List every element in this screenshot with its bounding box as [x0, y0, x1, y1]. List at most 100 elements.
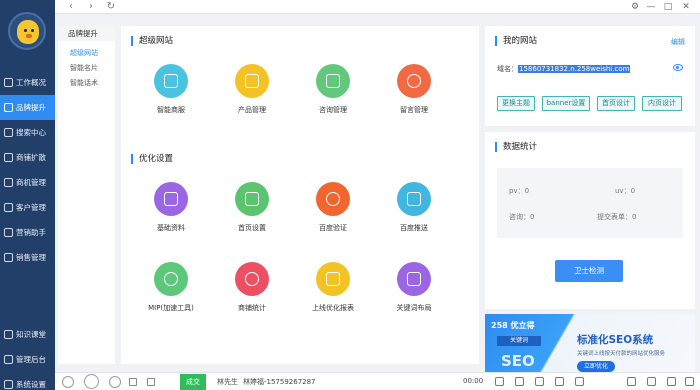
user-icon	[4, 203, 13, 212]
domain-value[interactable]: 15860731832.n.258weishi.com	[518, 65, 631, 73]
chart-icon	[4, 103, 13, 112]
home-design-button[interactable]: 首页设计	[597, 96, 635, 111]
hangup-icon[interactable]	[575, 377, 584, 386]
sidebar-item-overview[interactable]: 工作概况	[0, 70, 55, 95]
sidebar-item-customers[interactable]: 客户管理	[0, 195, 55, 220]
sidebar-item-knowledge[interactable]: 知识课堂	[0, 322, 55, 347]
back-arrow-icon[interactable]: ‹	[65, 1, 77, 13]
ad-keyword-tag: 关键词	[497, 336, 541, 346]
subnav-item-super-site[interactable]: 超级网站	[58, 46, 115, 61]
sidebar-item-leads[interactable]: 商机管理	[0, 170, 55, 195]
contact-icon[interactable]	[495, 377, 504, 386]
subnav-title: 品牌提升	[58, 26, 115, 41]
sidebar-nav: 工作概况 品牌提升 搜索中心 商铺扩散 商机管理 客户管理 营销助手 销售管理	[0, 70, 55, 270]
main-sidebar: 工作概况 品牌提升 搜索中心 商铺扩散 商机管理 客户管理 营销助手 销售管理 …	[0, 0, 55, 390]
mip-icon	[164, 272, 178, 286]
home-icon	[245, 192, 259, 206]
more-icon[interactable]	[685, 377, 694, 386]
tile-basic-info[interactable]: 基础资料	[141, 182, 201, 233]
keyword-icon	[407, 272, 421, 286]
forward-arrow-icon[interactable]: ›	[85, 1, 97, 13]
tile-online-report[interactable]: 上线优化报表	[303, 262, 363, 313]
tile-keyword-layout[interactable]: 关键词布局	[384, 262, 444, 313]
avatar[interactable]	[8, 12, 46, 50]
subnav-item-smart-script[interactable]: 智能话术	[58, 76, 115, 91]
search-icon	[4, 128, 13, 137]
submit-form-stat: 提交表单：0	[597, 213, 637, 221]
sidebar-bottom-nav: 知识课堂 管理后台 系统设置	[0, 322, 55, 390]
message-icon	[407, 74, 421, 88]
tile-baidu-verify[interactable]: 百度验证	[303, 182, 363, 233]
maximize-icon[interactable]: □	[661, 0, 675, 14]
monitor-icon	[164, 74, 178, 88]
ad-seo-graphic: SEO	[501, 352, 535, 370]
sidebar-item-brand[interactable]: 品牌提升	[0, 95, 55, 120]
tile-mip[interactable]: MIP(加速工具)	[141, 262, 201, 313]
pv-stat: pv：0	[509, 187, 530, 195]
domain-label: 域名：	[497, 65, 518, 73]
ad-title: 标准化SEO系统	[577, 334, 654, 346]
phone-icon[interactable]	[555, 377, 564, 386]
book-icon	[4, 330, 13, 339]
section-title-optimization: 优化设置	[131, 154, 173, 164]
chick-logo-icon	[17, 20, 39, 44]
tile-shop-stats[interactable]: 商铺统计	[222, 262, 282, 313]
banner-settings-button[interactable]: banner设置	[542, 96, 590, 111]
previous-icon[interactable]	[62, 376, 74, 388]
monitor-icon	[4, 78, 13, 87]
megaphone-icon	[4, 228, 13, 237]
bottom-player-bar: 成交 林先生 林婷福-15759267287 00:00	[55, 372, 700, 390]
refresh-icon[interactable]: ↻	[105, 1, 117, 13]
sidebar-item-marketing[interactable]: 营销助手	[0, 220, 55, 245]
tile-home-settings[interactable]: 首页设置	[222, 182, 282, 233]
stats-icon	[245, 272, 259, 286]
admin-icon	[4, 355, 13, 364]
sub-navigation: 品牌提升 超级网站 智能名片 智能话术	[58, 26, 115, 364]
call-timer: 00:00	[463, 377, 484, 385]
expand-icon[interactable]	[147, 378, 155, 386]
briefcase-icon	[4, 178, 13, 187]
stats-box: pv：0 uv：0 咨询：0 提交表单：0	[497, 168, 683, 238]
contact-name: 林先生	[217, 378, 238, 386]
domain-row: 域名：15860731832.n.258weishi.com	[497, 64, 631, 74]
transfer-icon[interactable]	[515, 377, 524, 386]
tile-message-management[interactable]: 留言管理	[384, 64, 444, 115]
report-icon	[326, 272, 340, 286]
next-icon[interactable]	[109, 376, 121, 388]
sidebar-item-shop[interactable]: 商铺扩散	[0, 145, 55, 170]
minimize-icon[interactable]: —	[644, 0, 658, 14]
ad-optimize-button[interactable]: 立即优化	[577, 361, 615, 372]
edit-link[interactable]: 编辑	[671, 37, 685, 47]
eye-icon[interactable]	[673, 64, 683, 71]
data-stats-card: 数据统计 pv：0 uv：0 咨询：0 提交表单：0 卫士检测	[485, 132, 695, 309]
folder-icon[interactable]	[535, 377, 544, 386]
record-icon[interactable]	[647, 377, 656, 386]
tile-baidu-push[interactable]: 百度推送	[384, 182, 444, 233]
window-icon[interactable]	[129, 378, 137, 386]
chat-icon	[326, 74, 340, 88]
settings-icon[interactable]: ⚙	[628, 0, 642, 14]
document-icon	[164, 192, 178, 206]
sidebar-item-settings[interactable]: 系统设置	[0, 372, 55, 390]
inner-page-design-button[interactable]: 内页设计	[642, 96, 682, 111]
main-panel: 超级网站 智能商服 产品管理 咨询管理 留言管理 优化设置 基础资料 首页设置 …	[121, 26, 479, 364]
sidebar-item-sales[interactable]: 销售管理	[0, 245, 55, 270]
close-icon[interactable]: ✕	[679, 0, 693, 14]
ad-description: 关键词上线按天付款的网站优化服务	[577, 351, 666, 357]
subnav-item-smart-card[interactable]: 智能名片	[58, 61, 115, 76]
tile-smart-service[interactable]: 智能商服	[141, 64, 201, 115]
tile-consult-management[interactable]: 咨询管理	[303, 64, 363, 115]
sidebar-item-search[interactable]: 搜索中心	[0, 120, 55, 145]
sales-icon	[4, 253, 13, 262]
sidebar-item-admin[interactable]: 管理后台	[0, 347, 55, 372]
ad-brand-logo: 258 优立得	[491, 321, 535, 330]
guard-check-button[interactable]: 卫士检测	[555, 260, 623, 282]
tile-product-management[interactable]: 产品管理	[222, 64, 282, 115]
change-theme-button[interactable]: 更换主题	[497, 96, 535, 111]
play-icon[interactable]	[84, 374, 99, 389]
contact-phone: 林婷福-15759267287	[243, 378, 316, 386]
data-stats-title: 数据统计	[495, 142, 537, 152]
mute-icon[interactable]	[627, 377, 636, 386]
volume-icon[interactable]	[667, 377, 676, 386]
deal-button[interactable]: 成交	[180, 374, 206, 390]
